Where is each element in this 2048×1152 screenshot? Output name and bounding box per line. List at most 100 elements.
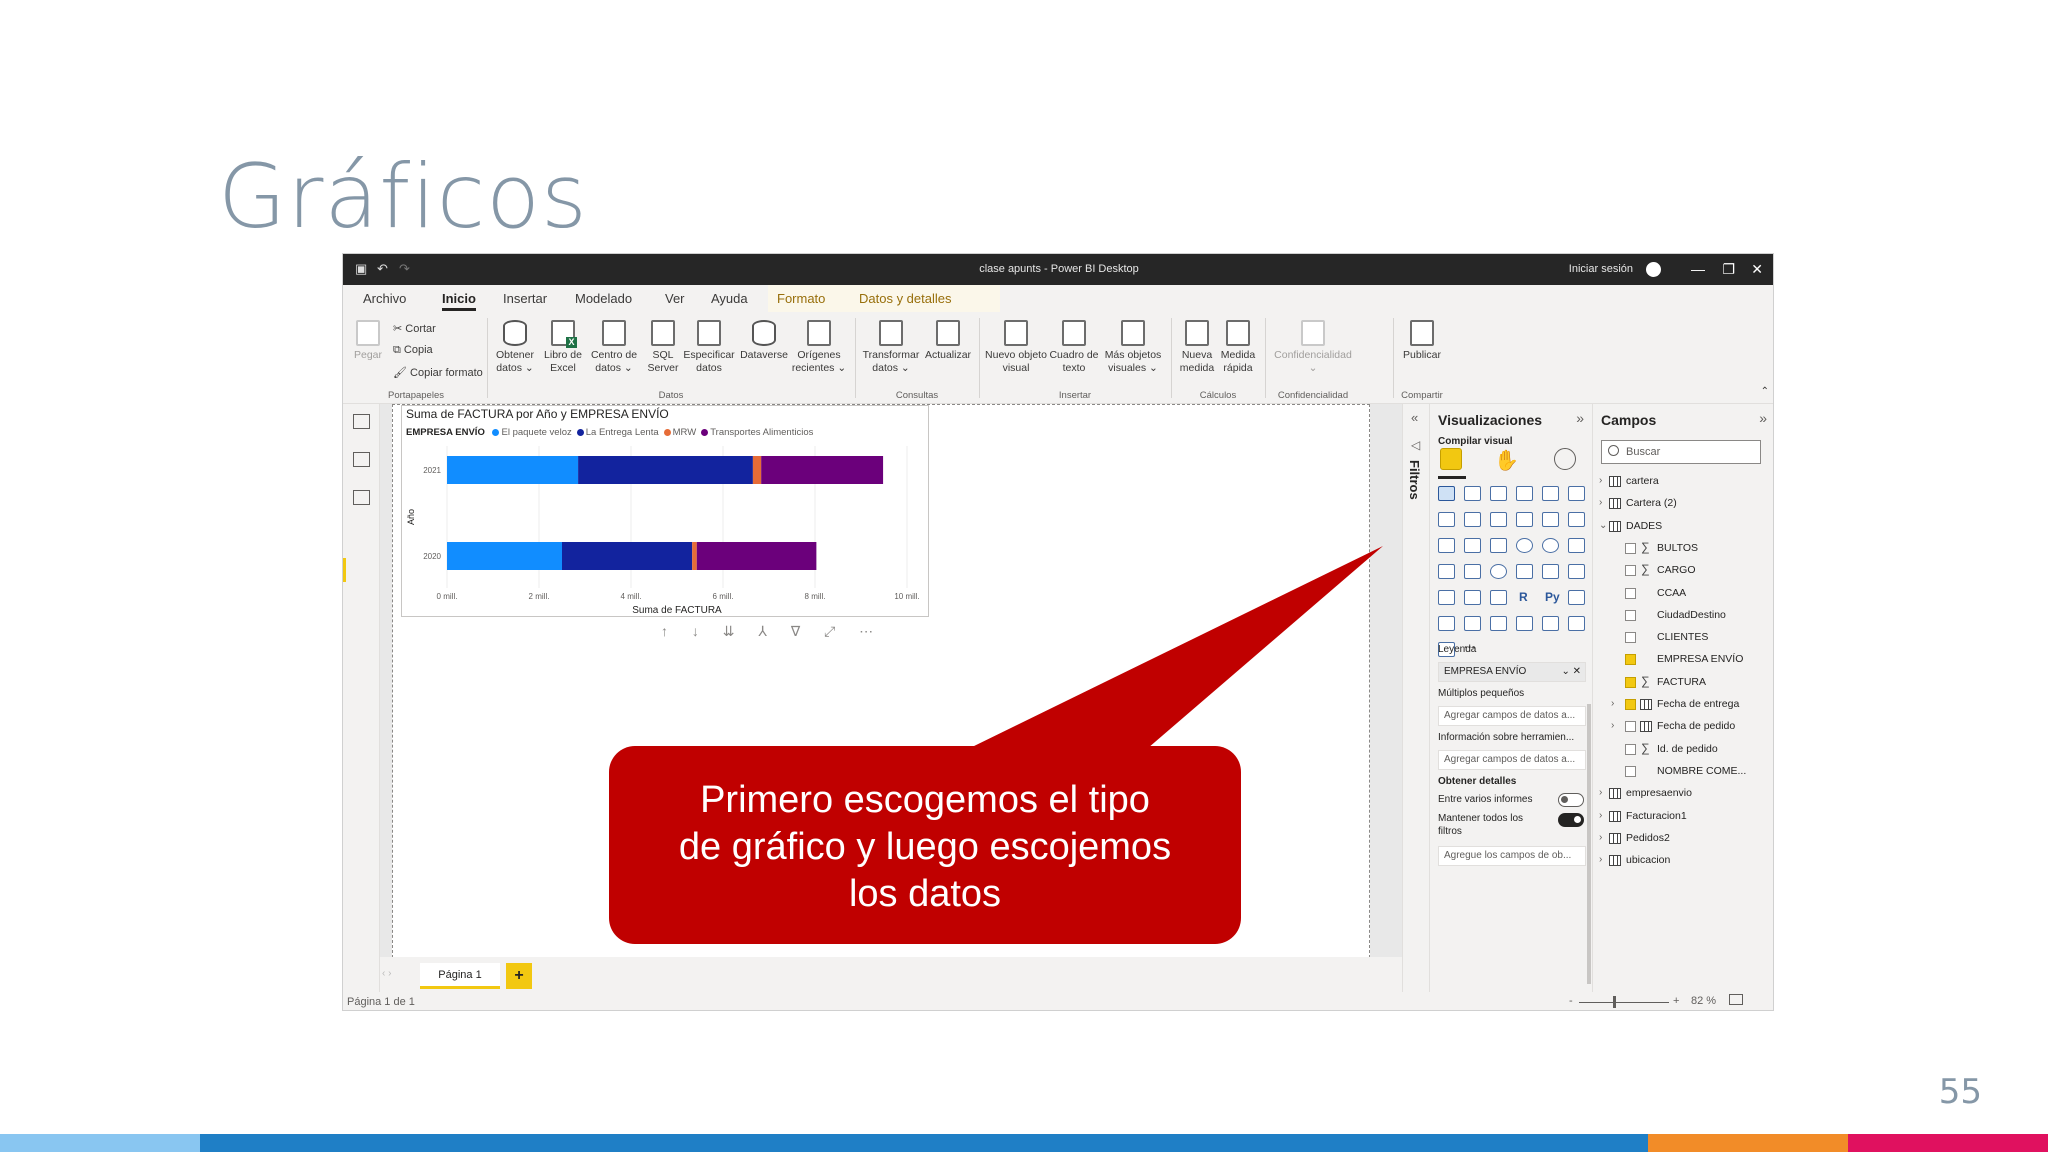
kpi-icon[interactable] xyxy=(1568,564,1585,579)
field-table[interactable]: ubicacion xyxy=(1626,854,1670,866)
refresh-button[interactable]: Actualizar xyxy=(923,320,973,362)
field-item[interactable]: Fecha de entrega xyxy=(1657,698,1739,710)
stacked-bar-visual[interactable]: Suma de FACTURA por Año y EMPRESA ENVÍO … xyxy=(401,405,929,617)
stacked-area-icon[interactable] xyxy=(1490,512,1507,527)
donut-icon[interactable] xyxy=(1542,538,1559,553)
bar-segment[interactable] xyxy=(447,542,562,570)
avatar[interactable] xyxy=(1646,262,1661,277)
publish-button[interactable]: Publicar xyxy=(1397,320,1447,362)
sensitivity-button[interactable]: Confidencialidad ⌄ xyxy=(1269,320,1357,375)
format-painter-button[interactable]: 🖌 Copiar formato xyxy=(393,366,483,379)
visualizations-scrollbar[interactable] xyxy=(1587,704,1591,984)
field-table[interactable]: cartera xyxy=(1626,475,1659,487)
legend-well-field[interactable]: EMPRESA ENVÍO ⌄ ✕ xyxy=(1438,662,1586,682)
page-tab-1[interactable]: Página 1 xyxy=(420,963,500,989)
zoom-in-button[interactable]: + xyxy=(1673,995,1679,1007)
power-apps-icon[interactable] xyxy=(1542,616,1559,631)
report-canvas[interactable]: Suma de FACTURA por Año y EMPRESA ENVÍO … xyxy=(380,404,1402,992)
field-item[interactable]: FACTURA xyxy=(1657,676,1706,688)
area-icon[interactable] xyxy=(1464,512,1481,527)
field-checkbox[interactable] xyxy=(1625,565,1636,577)
dataverse-button[interactable]: Dataverse xyxy=(737,320,791,362)
tab-ver[interactable]: Ver xyxy=(665,291,685,306)
chevron-right-icon[interactable]: › xyxy=(1599,832,1602,843)
tab-modelado[interactable]: Modelado xyxy=(575,291,632,306)
field-checkbox[interactable] xyxy=(1625,609,1636,621)
gauge-icon[interactable] xyxy=(1490,564,1507,579)
expand-filters-icon[interactable]: « xyxy=(1411,410,1418,425)
card-icon[interactable] xyxy=(1516,564,1533,579)
restore-button[interactable]: ❐ xyxy=(1722,261,1735,278)
keep-filters-toggle[interactable] xyxy=(1558,813,1584,827)
collapse-fields-icon[interactable]: » xyxy=(1759,410,1767,426)
field-checkbox[interactable] xyxy=(1625,654,1636,666)
field-item[interactable]: EMPRESA ENVÍO xyxy=(1657,653,1743,665)
tab-datos-detalles[interactable]: Datos y detalles xyxy=(859,291,952,306)
bar-segment[interactable] xyxy=(562,542,693,570)
field-checkbox[interactable] xyxy=(1625,721,1636,733)
tab-ayuda[interactable]: Ayuda xyxy=(711,291,748,306)
smart-narrative-icon[interactable] xyxy=(1490,616,1507,631)
waterfall-icon[interactable] xyxy=(1438,538,1455,553)
paginated-icon[interactable] xyxy=(1516,616,1533,631)
sql-server-button[interactable]: SQL Server xyxy=(645,320,681,375)
format-visual-tab-icon[interactable]: ✋ xyxy=(1494,448,1519,472)
filled-map-icon[interactable] xyxy=(1464,564,1481,579)
100-column-icon[interactable] xyxy=(1568,486,1585,501)
model-view-icon[interactable] xyxy=(353,490,370,505)
fields-search-input[interactable]: Buscar xyxy=(1601,440,1761,464)
decomposition-tree-icon[interactable] xyxy=(1438,616,1455,631)
field-item[interactable]: CLIENTES xyxy=(1657,631,1708,643)
paste-button[interactable]: Pegar xyxy=(351,320,385,362)
new-measure-button[interactable]: Nueva medida xyxy=(1177,320,1217,375)
close-button[interactable]: ✕ xyxy=(1751,261,1763,278)
field-item[interactable]: CCAA xyxy=(1657,587,1686,599)
report-view-icon[interactable] xyxy=(353,414,370,429)
matrix-icon[interactable] xyxy=(1490,590,1507,605)
signin-link[interactable]: Iniciar sesión xyxy=(1569,263,1633,275)
field-table[interactable]: Facturacion1 xyxy=(1626,810,1687,822)
bar-segment[interactable] xyxy=(761,456,884,484)
chevron-down-icon[interactable]: ⌄ xyxy=(1599,520,1607,531)
excel-button[interactable]: Libro deExcel xyxy=(541,320,585,375)
power-automate-icon[interactable] xyxy=(1568,616,1585,631)
collapse-visualizations-icon[interactable]: » xyxy=(1576,410,1584,426)
stacked-bar-icon[interactable] xyxy=(1438,486,1455,501)
field-item[interactable]: CiudadDestino xyxy=(1657,609,1726,621)
bar-segment[interactable] xyxy=(752,456,762,484)
cross-report-toggle[interactable] xyxy=(1558,793,1584,807)
field-table[interactable]: Pedidos2 xyxy=(1626,832,1670,844)
slicer-icon[interactable] xyxy=(1438,590,1455,605)
field-checkbox[interactable] xyxy=(1625,765,1636,777)
pie-icon[interactable] xyxy=(1516,538,1533,553)
treemap-icon[interactable] xyxy=(1568,538,1585,553)
line-clustered-icon[interactable] xyxy=(1542,512,1559,527)
field-checkbox[interactable] xyxy=(1625,632,1636,644)
analytics-tab-icon[interactable] xyxy=(1554,448,1576,470)
field-item[interactable]: CARGO xyxy=(1657,564,1696,576)
cut-button[interactable]: ✂ Cortar xyxy=(393,322,436,335)
chevron-right-icon[interactable]: › xyxy=(1611,698,1614,709)
get-data-button[interactable]: Obtener datos ⌄ xyxy=(493,320,537,375)
field-item[interactable]: NOMBRE COME... xyxy=(1657,765,1746,777)
tab-inicio[interactable]: Inicio xyxy=(442,291,476,311)
clustered-bar-icon[interactable] xyxy=(1490,486,1507,501)
data-view-icon[interactable] xyxy=(353,452,370,467)
chevron-right-icon[interactable]: › xyxy=(1599,854,1602,865)
100-bar-icon[interactable] xyxy=(1542,486,1559,501)
page-nav-arrows[interactable]: ‹ › xyxy=(382,968,391,979)
line-column-icon[interactable] xyxy=(1516,512,1533,527)
tab-archivo[interactable]: Archivo xyxy=(363,291,406,306)
tab-formato[interactable]: Formato xyxy=(777,291,825,306)
chevron-right-icon[interactable]: › xyxy=(1611,720,1614,731)
field-table[interactable]: Cartera (2) xyxy=(1626,497,1677,509)
small-multiples-well[interactable]: Agregar campos de datos a... xyxy=(1438,706,1586,726)
field-item[interactable]: Id. de pedido xyxy=(1657,743,1718,755)
bar-segment[interactable] xyxy=(696,542,817,570)
field-checkbox[interactable] xyxy=(1625,699,1636,710)
copy-button[interactable]: ⧉ Copia xyxy=(393,344,433,357)
more-visuals-button[interactable]: Más objetos visuales ⌄ xyxy=(1101,320,1165,375)
chevron-right-icon[interactable]: › xyxy=(1599,475,1602,486)
python-visual-icon[interactable]: Py xyxy=(1545,590,1560,604)
quick-measure-button[interactable]: Medida rápida xyxy=(1217,320,1259,375)
